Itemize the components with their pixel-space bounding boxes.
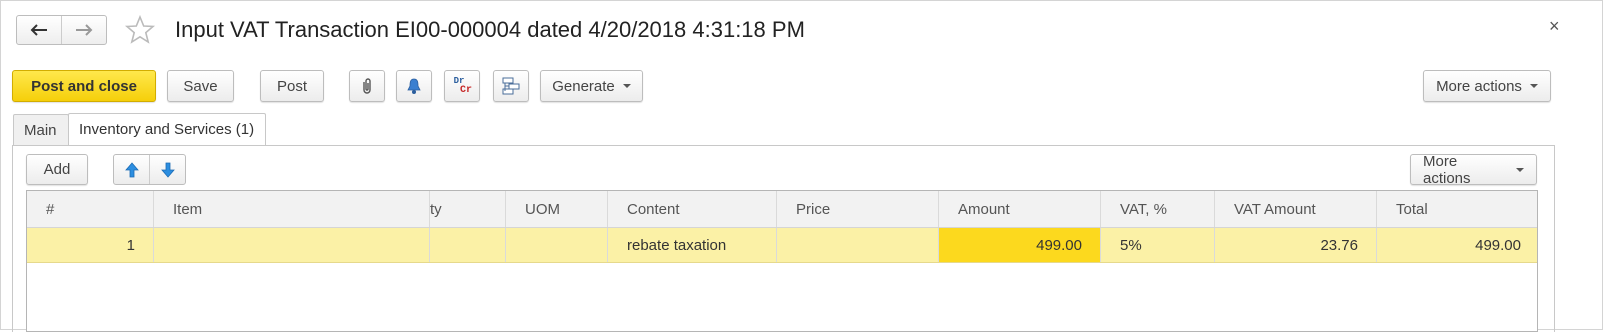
column-header-item[interactable]: Item: [154, 191, 430, 227]
tab-main[interactable]: Main: [13, 114, 69, 145]
table-row[interactable]: 1 rebate taxation 499.00 5% 23.76 499.00: [27, 228, 1537, 263]
hierarchy-icon: [502, 77, 520, 95]
column-header-uom[interactable]: UOM: [506, 191, 608, 227]
forward-button[interactable]: [61, 16, 106, 44]
more-actions-dropdown[interactable]: More actions: [1423, 70, 1551, 102]
column-header-price[interactable]: Price: [777, 191, 939, 227]
generate-dropdown[interactable]: Generate: [540, 70, 643, 102]
table-header: # Item ty UOM Content Price Amount VAT, …: [27, 191, 1537, 228]
cell-item[interactable]: [154, 228, 430, 262]
cell-uom[interactable]: [506, 228, 608, 262]
arrow-up-icon: [124, 161, 139, 177]
cell-vat-percent[interactable]: 5%: [1101, 228, 1215, 262]
post-button[interactable]: Post: [260, 70, 324, 102]
paperclip-icon: [363, 78, 371, 94]
column-header-number[interactable]: #: [27, 191, 154, 227]
page-title: Input VAT Transaction EI00-000004 dated …: [175, 17, 805, 42]
table-more-actions-label: More actions: [1423, 152, 1471, 187]
cell-amount[interactable]: 499.00: [939, 228, 1101, 262]
structure-button[interactable]: [493, 70, 529, 102]
chevron-down-icon: [1516, 167, 1524, 172]
dr-cr-button[interactable]: Dr Cr: [444, 70, 480, 102]
cell-number[interactable]: 1: [27, 228, 154, 262]
bell-icon: [407, 78, 421, 94]
cell-quantity[interactable]: [430, 228, 506, 262]
column-header-total[interactable]: Total: [1377, 191, 1537, 227]
cell-total[interactable]: 499.00: [1377, 228, 1537, 262]
cell-price[interactable]: [777, 228, 939, 262]
tab-inventory-services[interactable]: Inventory and Services (1): [68, 113, 266, 145]
arrow-right-icon: [76, 24, 93, 36]
post-and-close-button[interactable]: Post and close: [12, 70, 156, 102]
chevron-down-icon: [622, 84, 631, 88]
add-button[interactable]: Add: [26, 154, 88, 185]
move-up-button[interactable]: [114, 155, 149, 184]
column-header-vat-percent[interactable]: VAT, %: [1101, 191, 1215, 227]
table-more-actions-dropdown[interactable]: More actions: [1410, 152, 1537, 187]
save-button[interactable]: Save: [167, 70, 234, 102]
items-table: # Item ty UOM Content Price Amount VAT, …: [26, 190, 1538, 332]
column-header-quantity[interactable]: ty: [430, 191, 506, 227]
cell-content[interactable]: rebate taxation: [608, 228, 777, 262]
cr-label: Cr: [459, 85, 472, 96]
arrow-left-icon: [30, 24, 47, 36]
more-actions-label: More actions: [1436, 77, 1522, 95]
favorite-star-icon[interactable]: [124, 14, 156, 46]
reminder-button[interactable]: [396, 70, 432, 102]
arrow-down-icon: [160, 162, 175, 178]
column-header-vat-amount[interactable]: VAT Amount: [1215, 191, 1377, 227]
close-icon[interactable]: ×: [1549, 16, 1560, 37]
navigation-buttons: [16, 15, 107, 45]
move-down-button[interactable]: [149, 155, 185, 184]
generate-label: Generate: [552, 77, 615, 95]
column-header-amount[interactable]: Amount: [939, 191, 1101, 227]
column-header-content[interactable]: Content: [608, 191, 777, 227]
back-button[interactable]: [17, 16, 61, 44]
cell-vat-amount[interactable]: 23.76: [1215, 228, 1377, 262]
chevron-down-icon: [1529, 84, 1538, 88]
move-row-buttons: [113, 154, 186, 185]
attachments-button[interactable]: [349, 70, 385, 102]
